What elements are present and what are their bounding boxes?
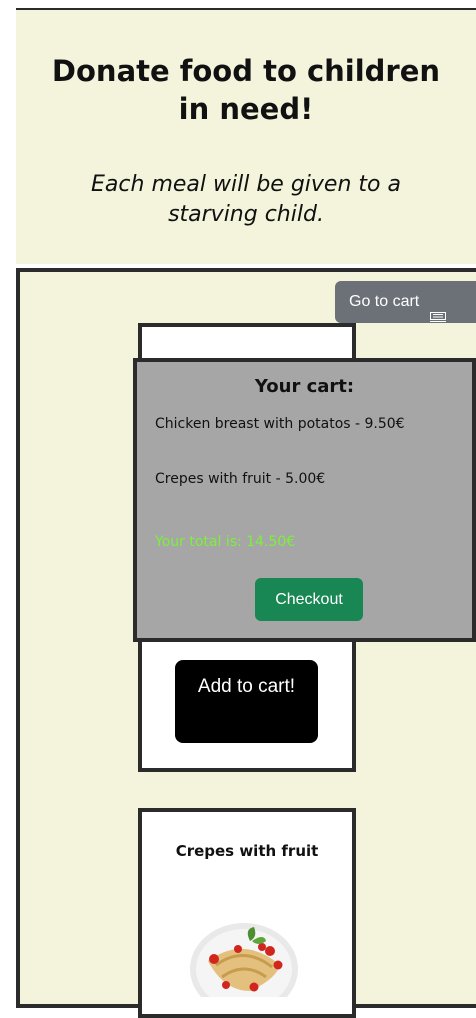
page-title: Donate food to children in need! (51, 54, 441, 126)
crepes-plate-image (180, 905, 308, 997)
checkout-button[interactable]: Checkout (255, 578, 363, 621)
product-title: Crepes with fruit (175, 842, 319, 860)
cart-icon (429, 297, 446, 322)
page-subtitle: Each meal will be given to a starving ch… (91, 172, 401, 227)
go-to-cart-label: Go to cart (349, 293, 420, 310)
add-to-cart-button[interactable]: Add to cart! (175, 660, 318, 743)
cart-total: Your total is: 14.50€ (155, 534, 296, 550)
cart-item: Chicken breast with potatos - 9.50€ (155, 416, 405, 432)
cart-heading: Your cart: (254, 376, 355, 397)
go-to-cart-button[interactable]: Go to cart (335, 281, 476, 323)
cart-item: Crepes with fruit - 5.00€ (155, 471, 326, 487)
page-header: Donate food to children in need! Each me… (16, 8, 476, 264)
